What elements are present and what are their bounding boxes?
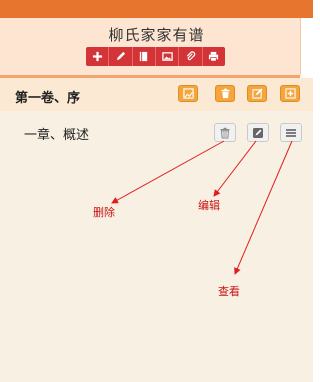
volume-edit-button[interactable]: [247, 85, 267, 102]
volume-add-button[interactable]: [280, 85, 300, 102]
paperclip-icon: [186, 51, 196, 61]
book-header: 柳氏家家有谱: [0, 18, 301, 75]
book-title: 柳氏家家有谱: [108, 26, 205, 44]
volume-delete-button[interactable]: [215, 85, 235, 102]
edit-icon: [251, 88, 263, 99]
trash-icon: [220, 88, 230, 99]
chapter-view-button[interactable]: [280, 123, 302, 142]
chapter-title[interactable]: 一章、概述: [24, 124, 89, 143]
volume-image-button[interactable]: [178, 85, 198, 102]
top-accent-bar: [0, 0, 313, 18]
view-annotation: 查看: [218, 285, 240, 298]
menu-icon: [286, 128, 296, 137]
volume-title: 第一卷、序: [15, 91, 81, 106]
image-edit-icon: [182, 88, 194, 99]
add-button[interactable]: [86, 47, 110, 66]
chapter-area: [0, 111, 313, 382]
pencil-icon: [116, 51, 126, 61]
print-button[interactable]: [203, 47, 225, 66]
volume-row: 第一卷、序: [0, 78, 313, 111]
edit-annotation: 编辑: [198, 199, 220, 212]
image-button[interactable]: [156, 47, 180, 66]
attach-button[interactable]: [179, 47, 203, 66]
edit-icon: [253, 127, 263, 138]
image-icon: [161, 52, 173, 61]
plus-icon: [284, 88, 296, 99]
book-toolbar: [86, 47, 225, 66]
print-icon: [209, 51, 219, 62]
chapter-edit-button[interactable]: [247, 123, 269, 142]
plus-icon: [92, 51, 102, 62]
trash-icon: [220, 127, 230, 138]
chapter-delete-button[interactable]: [214, 123, 236, 142]
book-icon: [140, 51, 148, 62]
delete-annotation: 删除: [93, 206, 115, 219]
edit-button[interactable]: [109, 47, 133, 66]
book-button[interactable]: [133, 47, 156, 66]
